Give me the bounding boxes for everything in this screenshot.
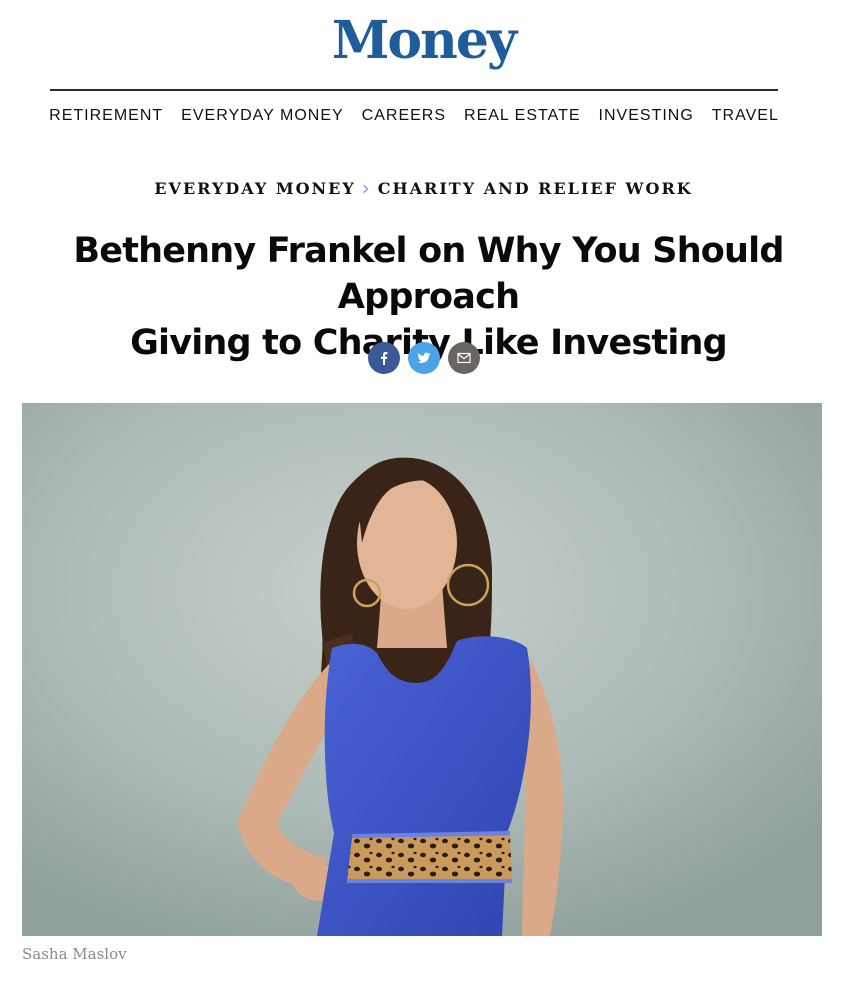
money-logo[interactable]: Money [0, 10, 847, 72]
nav-item-travel[interactable]: TRAVEL [712, 105, 779, 127]
facebook-share-button[interactable] [367, 342, 400, 374]
breadcrumb-parent-link[interactable]: EVERYDAY MONEY [154, 179, 355, 198]
nav-item-investing[interactable]: INVESTING [599, 105, 694, 127]
mail-icon [456, 352, 471, 364]
nav-item-careers[interactable]: CAREERS [362, 105, 446, 127]
main-nav: RETIREMENT EVERYDAY MONEY CAREERS REAL E… [49, 105, 779, 127]
share-buttons [0, 342, 847, 374]
nav-item-everyday-money[interactable]: EVERYDAY MONEY [181, 105, 344, 127]
nav-item-real-estate[interactable]: REAL ESTATE [464, 105, 581, 127]
hero-portrait-illustration [22, 403, 822, 936]
nav-item-retirement[interactable]: RETIREMENT [49, 105, 163, 127]
article-title-line-1: Bethenny Frankel on Why You Should Appro… [73, 231, 784, 317]
header-divider [50, 89, 778, 91]
breadcrumb-current-link[interactable]: CHARITY AND RELIEF WORK [378, 179, 693, 198]
chevron-right-icon: › [361, 176, 372, 200]
email-share-button[interactable] [447, 342, 480, 374]
twitter-share-button[interactable] [407, 342, 440, 374]
hero-image [22, 403, 822, 936]
breadcrumb: EVERYDAY MONEY › CHARITY AND RELIEF WORK [0, 178, 847, 198]
facebook-icon [380, 352, 387, 365]
twitter-icon [417, 352, 430, 364]
photo-credit: Sasha Maslov [22, 945, 127, 963]
